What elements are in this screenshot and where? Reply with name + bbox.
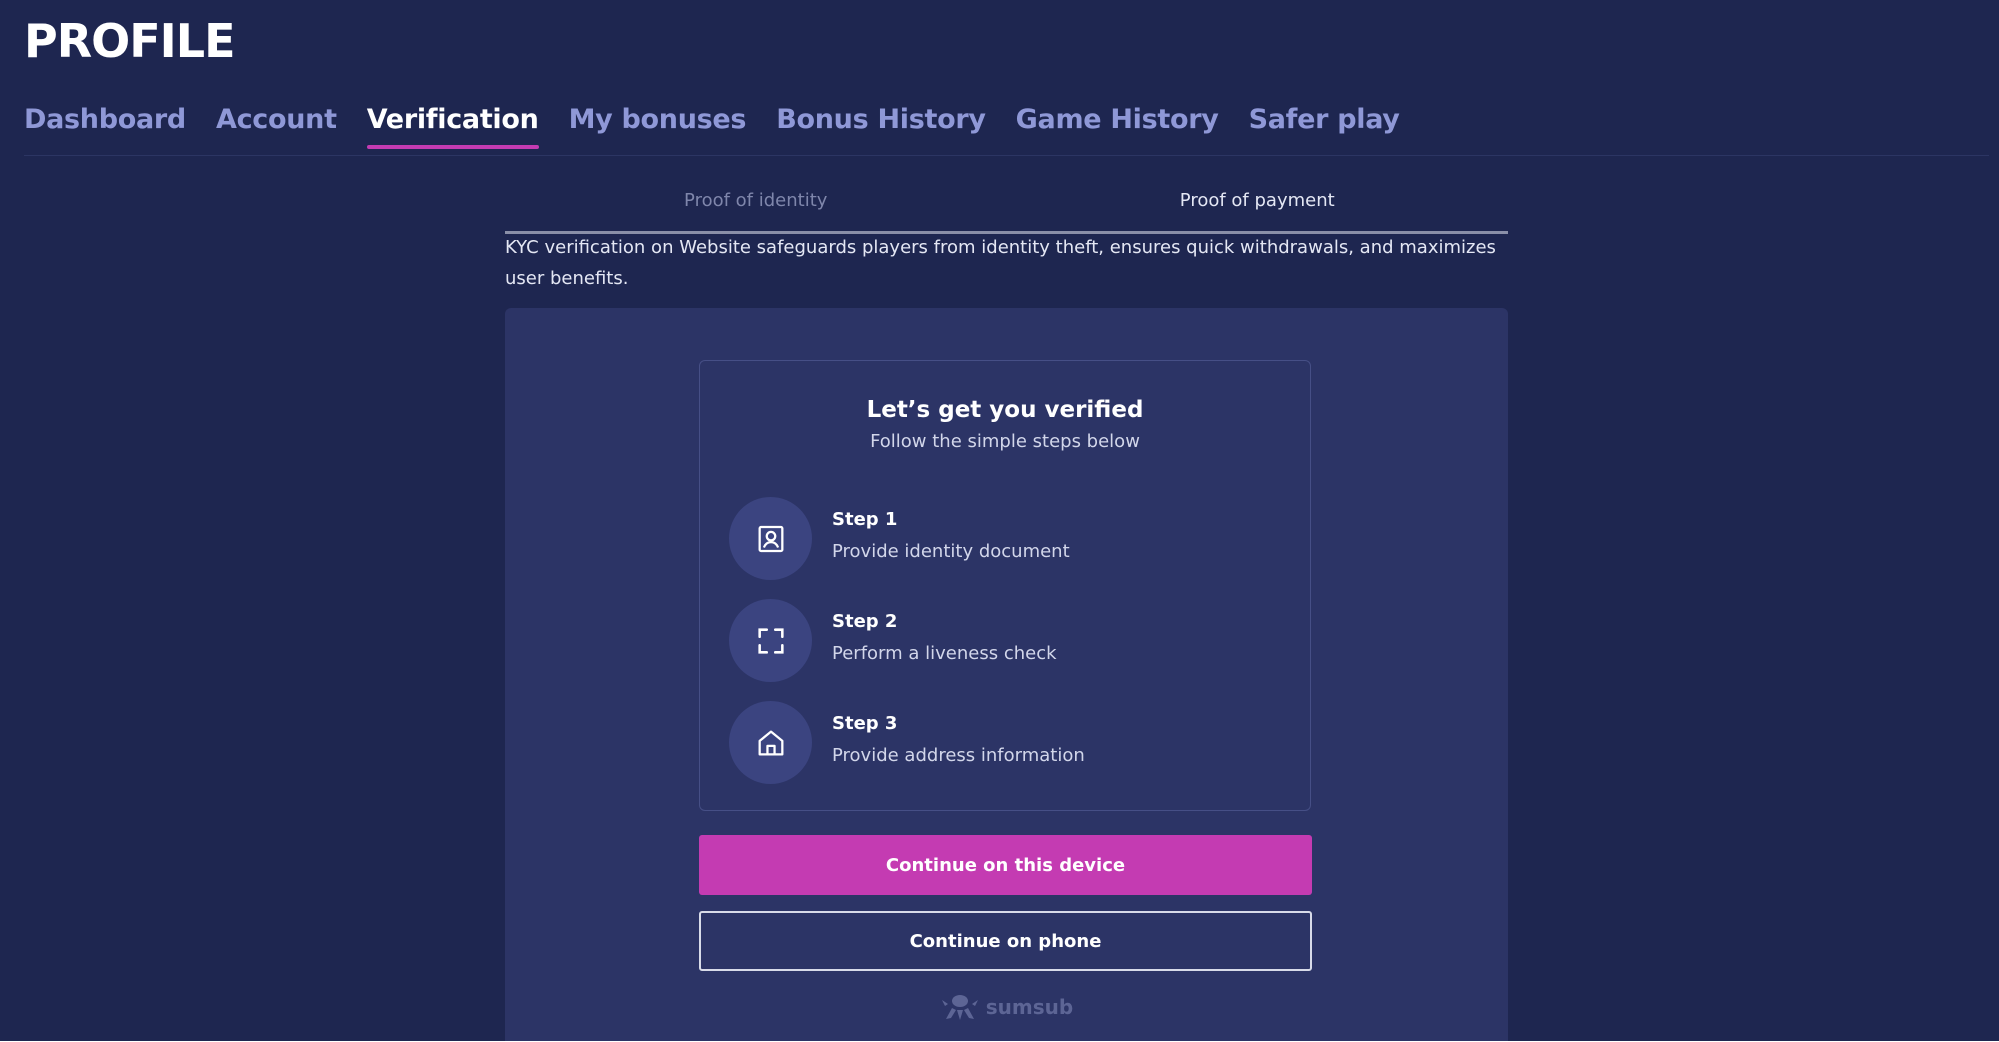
verification-panel: Let’s get you verified Follow the simple…: [505, 308, 1508, 1041]
tab-game-history[interactable]: Game History: [1016, 104, 1219, 149]
step-description: Perform a liveness check: [832, 643, 1057, 664]
kyc-intro-text: KYC verification on Website safeguards p…: [505, 237, 1496, 289]
sumsub-wordmark: sumsub: [985, 995, 1074, 1019]
id-card-icon: [729, 497, 812, 580]
step-description: Provide identity document: [832, 541, 1070, 562]
card-subtitle: Follow the simple steps below: [870, 431, 1140, 452]
sub-tab-proof-of-identity[interactable]: Proof of identity: [505, 183, 1007, 231]
verification-sub-tabs: Proof of identity Proof of payment: [505, 183, 1508, 234]
page-title: PROFILE: [24, 14, 236, 68]
profile-nav-tabs: Dashboard Account Verification My bonuse…: [24, 104, 1400, 149]
step-item: Step 2 Perform a liveness check: [729, 599, 1289, 683]
face-scan-icon: [729, 599, 812, 682]
continue-on-this-device-button[interactable]: Continue on this device: [699, 835, 1312, 895]
step-title: Step 1: [832, 509, 898, 530]
home-icon: [729, 701, 812, 784]
sumsub-logo-icon: [941, 995, 978, 1020]
step-description: Provide address information: [832, 745, 1085, 766]
profile-page: PROFILE Dashboard Account Verification M…: [0, 0, 1999, 1041]
tab-my-bonuses[interactable]: My bonuses: [569, 104, 747, 149]
tab-verification[interactable]: Verification: [366, 104, 539, 149]
tab-account[interactable]: Account: [216, 104, 337, 149]
step-item: Step 1 Provide identity document: [729, 497, 1289, 581]
tab-bonus-history[interactable]: Bonus History: [776, 104, 986, 149]
nav-divider: [24, 155, 1989, 156]
continue-on-phone-button[interactable]: Continue on phone: [699, 911, 1312, 971]
tab-dashboard[interactable]: Dashboard: [24, 104, 186, 149]
step-item: Step 3 Provide address information: [729, 701, 1289, 785]
verification-steps-card: Let’s get you verified Follow the simple…: [699, 360, 1311, 811]
step-title: Step 2: [832, 611, 898, 632]
sumsub-branding: sumsub: [505, 992, 1508, 1022]
tab-safer-play[interactable]: Safer play: [1249, 104, 1400, 149]
sub-tab-proof-of-payment[interactable]: Proof of payment: [1007, 183, 1509, 231]
step-title: Step 3: [832, 713, 898, 734]
card-title: Let’s get you verified: [866, 397, 1144, 423]
